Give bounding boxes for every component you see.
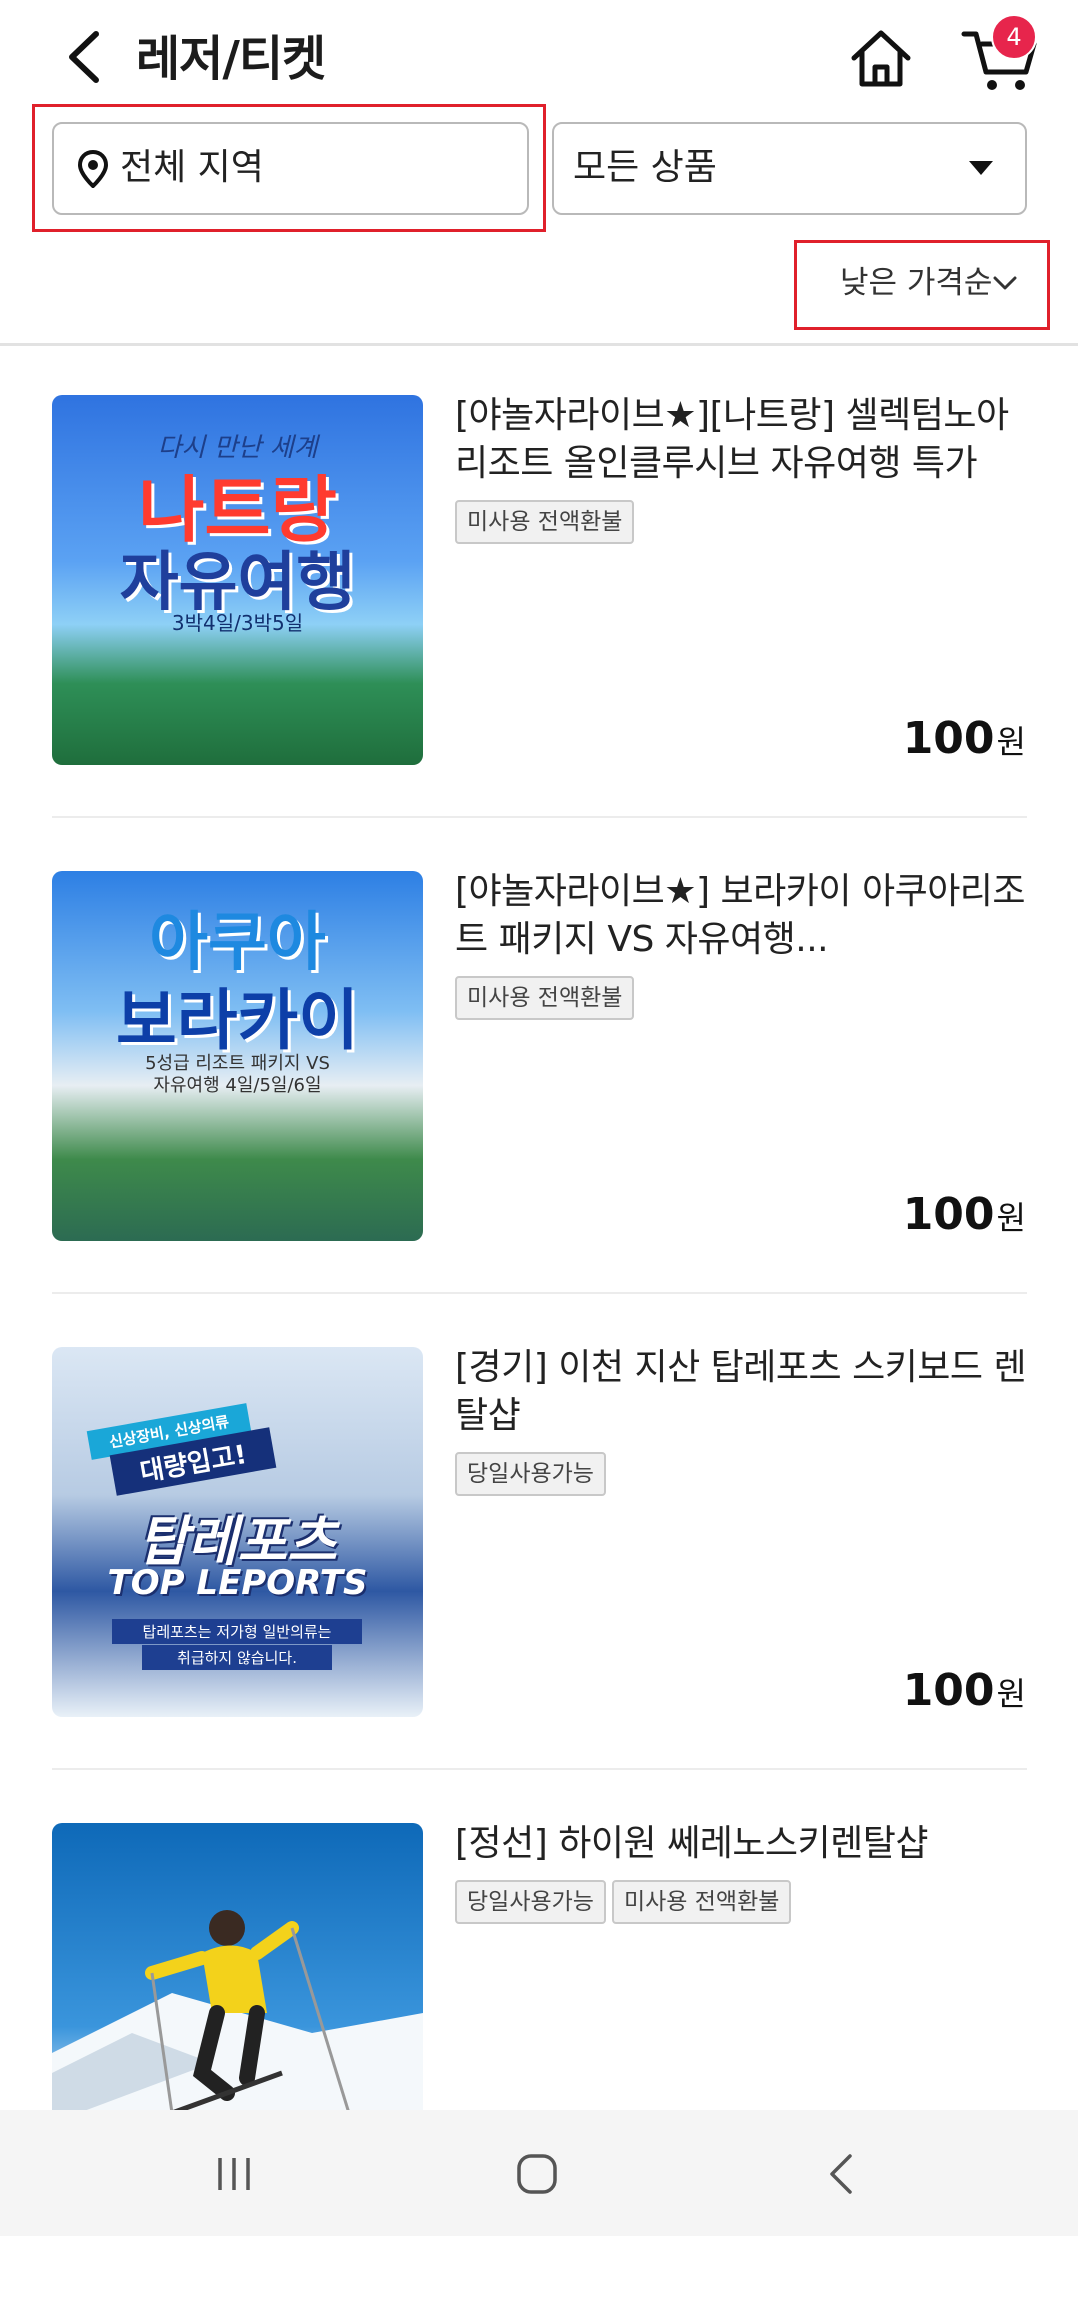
system-back-button[interactable] <box>826 2152 856 2196</box>
cart-count-badge: 4 <box>991 14 1037 60</box>
home-icon <box>851 30 911 87</box>
caret-down-icon <box>968 160 994 176</box>
product-thumbnail[interactable]: 다시 만난 세계 나트랑 자유여행 3박4일/3박5일 <box>52 395 423 765</box>
home-button[interactable] <box>846 24 916 94</box>
product-thumbnail[interactable]: 아쿠아 보라카이 5성급 리조트 패키지 VS 자유여행 4일/5일/6일 <box>52 871 423 1241</box>
product-thumbnail[interactable]: 신상장비, 신상의류 대량입고! 탑레포츠 TOP LEPORTS 탑레포츠는 … <box>52 1347 423 1717</box>
product-title[interactable]: [정선] 하이원 쎄레노스키렌탈샵 <box>455 1820 1035 1868</box>
back-button[interactable] <box>52 22 122 92</box>
product-price: 100원 <box>902 1189 1026 1240</box>
back-arrow-icon <box>830 2154 852 2194</box>
product-item[interactable]: 아쿠아 보라카이 5성급 리조트 패키지 VS 자유여행 4일/5일/6일 [야… <box>0 871 1078 1347</box>
product-price: 100원 <box>902 713 1026 764</box>
product-tags: 미사용 전액환불 <box>455 500 635 544</box>
chevron-down-icon <box>992 270 1018 296</box>
header-divider <box>0 343 1078 346</box>
product-tags: 당일사용가능 미사용 전액환불 <box>455 1880 792 1924</box>
chevron-left-icon <box>69 31 99 83</box>
region-filter-label: 전체 지역 <box>120 147 264 188</box>
home-circle-icon <box>517 2154 557 2194</box>
product-title[interactable]: [야놀자라이브★][나트랑] 셀렉텀노아리조트 올인클루시브 자유여행 특가 <box>455 392 1035 488</box>
recent-apps-icon <box>218 2158 250 2190</box>
product-item[interactable]: 다시 만난 세계 나트랑 자유여행 3박4일/3박5일 [야놀자라이브★][나트… <box>0 395 1078 871</box>
product-item[interactable]: 신상장비, 신상의류 대량입고! 탑레포츠 TOP LEPORTS 탑레포츠는 … <box>0 1347 1078 1823</box>
product-tag: 미사용 전액환불 <box>455 500 635 544</box>
product-tag: 당일사용가능 <box>455 1880 606 1924</box>
product-title[interactable]: [경기] 이천 지산 탑레포츠 스키보드 렌탈샵 <box>455 1344 1035 1440</box>
product-price: 100원 <box>902 1665 1026 1716</box>
category-dropdown-label: 모든 상품 <box>573 147 717 188</box>
product-tag: 미사용 전액환불 <box>455 976 635 1020</box>
product-tag: 당일사용가능 <box>455 1452 606 1496</box>
product-title[interactable]: [야놀자라이브★] 보라카이 아쿠아리조트 패키지 VS 자유여행... <box>455 868 1035 964</box>
system-home-button[interactable] <box>515 2152 559 2196</box>
page-title: 레저/티켓 <box>136 31 326 87</box>
location-pin-icon <box>77 149 109 189</box>
recent-apps-button[interactable] <box>214 2155 254 2193</box>
row-divider <box>52 1768 1027 1770</box>
product-tags: 미사용 전액환불 <box>455 976 635 1020</box>
sort-dropdown-label: 낮은 가격순 <box>840 265 993 301</box>
product-tags: 당일사용가능 <box>455 1452 606 1496</box>
row-divider <box>52 816 1027 818</box>
row-divider <box>52 1292 1027 1294</box>
product-tag: 미사용 전액환불 <box>611 1880 792 1924</box>
